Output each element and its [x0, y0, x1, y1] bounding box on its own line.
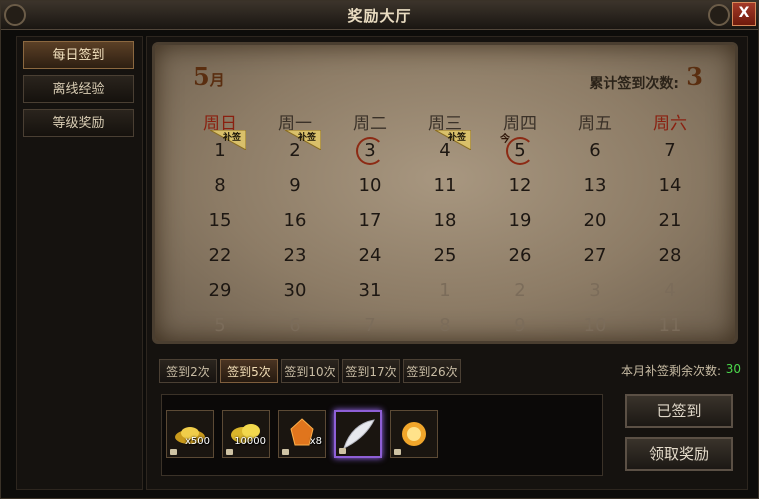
claim-reward-button[interactable]: 领取奖励	[625, 437, 733, 471]
signed-circle-icon	[356, 137, 384, 165]
next-month-day[interactable]: 11	[650, 315, 690, 336]
weekday-label: 周六	[653, 114, 687, 134]
sidebar-item-daily-signin[interactable]: 每日签到	[23, 41, 134, 69]
next-month-day[interactable]: 3	[575, 280, 615, 301]
calendar-day[interactable]: 21	[650, 210, 690, 231]
calendar-day[interactable]: 28	[650, 245, 690, 266]
makeup-signin-badge[interactable]: 补签	[283, 129, 322, 151]
calendar-day[interactable]: 25	[425, 245, 465, 266]
next-month-day[interactable]: 1	[425, 280, 465, 301]
makeup-signin-badge[interactable]: 补签	[433, 129, 472, 151]
calendar-day[interactable]: 31	[350, 280, 390, 301]
next-month-day[interactable]: 10	[575, 315, 615, 336]
month-number: 5	[193, 62, 210, 91]
calendar-day[interactable]: 24	[350, 245, 390, 266]
reward-items-panel: x500 10000 x8	[161, 394, 603, 476]
calendar-day[interactable]: 12	[500, 175, 540, 196]
lock-icon	[226, 449, 233, 455]
weekday-label: 周二	[353, 114, 387, 134]
reward-slot[interactable]: x500	[166, 410, 214, 458]
next-month-day[interactable]: 4	[650, 280, 690, 301]
next-month-day[interactable]: 7	[350, 315, 390, 336]
next-month-day[interactable]: 8	[425, 315, 465, 336]
calendar-day[interactable]: 16	[275, 210, 315, 231]
lock-icon	[282, 449, 289, 455]
tab-signin-5[interactable]: 签到5次	[220, 359, 278, 383]
calendar-day[interactable]: 30	[275, 280, 315, 301]
makeup-label: 补签	[448, 133, 467, 143]
calendar-day[interactable]: 9	[275, 175, 315, 196]
tab-signin-10[interactable]: 签到10次	[281, 359, 339, 383]
weekday-label: 周五	[578, 114, 612, 134]
title-bar: 奖励大厅 X	[1, 1, 758, 30]
weekday-label: 周四	[503, 114, 537, 134]
next-month-day[interactable]: 6	[275, 315, 315, 336]
signed-in-button[interactable]: 已签到	[625, 394, 733, 428]
next-month-day[interactable]: 2	[500, 280, 540, 301]
window-title: 奖励大厅	[347, 7, 412, 25]
sidebar-item-level-reward[interactable]: 等级奖励	[23, 109, 134, 137]
reward-quantity: 10000	[234, 436, 266, 447]
calendar-day[interactable]: 8	[200, 175, 240, 196]
tab-signin-26[interactable]: 签到26次	[403, 359, 461, 383]
lock-icon	[170, 449, 177, 455]
calendar-panel: 5月 累计签到次数: 3 周日 周一 周二 周三 周四 周五 周六 1 2 3 4 5 6 7 8 9 10 1…	[152, 42, 738, 344]
remaining-makeup-value: 30	[725, 362, 741, 376]
sidebar-item-offline-exp[interactable]: 离线经验	[23, 75, 134, 103]
calendar-day[interactable]: 27	[575, 245, 615, 266]
reward-slot[interactable]: 10000	[222, 410, 270, 458]
today-marker: 今	[500, 134, 510, 145]
lock-icon	[339, 448, 346, 454]
reward-slot[interactable]	[334, 410, 382, 458]
calendar-day[interactable]: 22	[200, 245, 240, 266]
corner-ornament-icon	[4, 4, 26, 26]
makeup-label: 补签	[298, 133, 317, 143]
calendar-day[interactable]: 18	[425, 210, 465, 231]
sidebar: 每日签到 离线经验 等级奖励	[16, 36, 143, 490]
makeup-label: 补签	[223, 133, 242, 143]
calendar-day[interactable]: 13	[575, 175, 615, 196]
signin-count-value: 3	[686, 62, 703, 91]
reward-slot[interactable]: x8	[278, 410, 326, 458]
calendar-day[interactable]: 23	[275, 245, 315, 266]
calendar-day[interactable]: 17	[350, 210, 390, 231]
month-display: 5月	[193, 62, 225, 91]
signin-count-label: 累计签到次数:	[589, 76, 679, 92]
calendar-day[interactable]: 6	[575, 140, 615, 161]
next-month-day[interactable]: 5	[200, 315, 240, 336]
month-suffix: 月	[209, 71, 225, 89]
tab-signin-17[interactable]: 签到17次	[342, 359, 400, 383]
lock-icon	[394, 449, 401, 455]
calendar-day[interactable]: 20	[575, 210, 615, 231]
close-button[interactable]: X	[732, 2, 756, 26]
reward-quantity: x500	[184, 436, 210, 447]
reward-quantity: x8	[309, 436, 322, 447]
signed-circle-icon	[506, 137, 534, 165]
calendar-day[interactable]: 14	[650, 175, 690, 196]
next-month-day[interactable]: 9	[500, 315, 540, 336]
remaining-makeup-label: 本月补签剩余次数:	[620, 364, 721, 378]
reward-hall-window: 奖励大厅 X 每日签到 离线经验 等级奖励 5月 累计签到次数: 3 周日 周一周…	[0, 0, 759, 499]
calendar-day[interactable]: 15	[200, 210, 240, 231]
tab-signin-2[interactable]: 签到2次	[159, 359, 217, 383]
calendar-day[interactable]: 26	[500, 245, 540, 266]
calendar-day[interactable]: 29	[200, 280, 240, 301]
corner-ornament-icon	[708, 4, 730, 26]
makeup-signin-badge[interactable]: 补签	[208, 129, 247, 151]
reward-slot[interactable]	[390, 410, 438, 458]
main-panel: 5月 累计签到次数: 3 周日 周一 周二 周三 周四 周五 周六 1 2 3 4 5 6 7 8 9 10 1…	[146, 36, 748, 490]
calendar-day[interactable]: 19	[500, 210, 540, 231]
calendar-day[interactable]: 11	[425, 175, 465, 196]
calendar-day[interactable]: 7	[650, 140, 690, 161]
calendar-day[interactable]: 10	[350, 175, 390, 196]
